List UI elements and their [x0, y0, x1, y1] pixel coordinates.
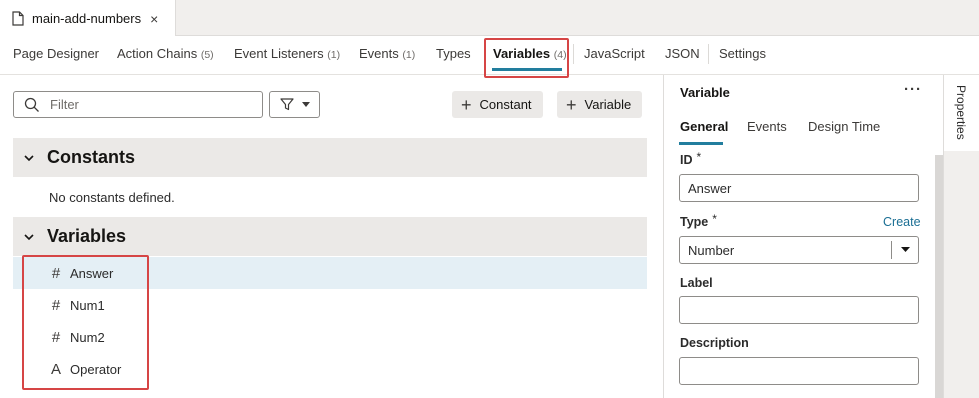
tab-count: (1) — [402, 49, 416, 61]
filter-input[interactable] — [50, 92, 250, 117]
variable-row-answer[interactable]: # Answer — [13, 257, 647, 289]
type-select[interactable]: Number — [679, 236, 919, 264]
constants-title: Constants — [47, 147, 136, 167]
string-icon: A — [50, 360, 61, 378]
tab-types[interactable]: Types — [436, 46, 471, 61]
tab-event-listeners[interactable]: Event Listeners (1) — [234, 46, 340, 61]
tab-events[interactable]: Events (1) — [359, 46, 415, 61]
properties-tab-indicator — [679, 142, 723, 145]
variables-title: Variables — [47, 226, 127, 246]
constants-empty-message: No constants defined. — [49, 190, 175, 205]
variable-row-num2[interactable]: # Num2 — [13, 321, 647, 353]
description-field[interactable] — [679, 357, 919, 385]
number-icon: # — [51, 328, 61, 346]
add-variable-label: Variable — [584, 97, 632, 112]
select-divider — [891, 241, 892, 259]
tab-label: Page Designer — [13, 46, 99, 61]
caret-down-icon — [901, 247, 910, 252]
label-field[interactable] — [679, 296, 919, 324]
type-select-value: Number — [688, 243, 735, 258]
number-icon: # — [51, 296, 61, 314]
variable-row-num1[interactable]: # Num1 — [13, 289, 647, 321]
plus-icon: + — [566, 94, 577, 115]
variable-name: Num2 — [70, 329, 105, 345]
close-icon[interactable]: × — [150, 11, 158, 27]
id-label: ID * — [680, 150, 702, 167]
caret-down-icon — [301, 102, 310, 107]
more-options-icon[interactable]: ··· — [904, 81, 922, 98]
active-tab-indicator — [492, 68, 562, 71]
tab-action-chains[interactable]: Action Chains (5) — [117, 46, 214, 61]
tab-events-properties[interactable]: Events — [747, 119, 787, 134]
tab-general[interactable]: General — [680, 119, 728, 134]
tab-label: Settings — [719, 46, 766, 61]
variables-section-header[interactable]: Variables — [13, 217, 647, 256]
required-marker: * — [712, 212, 717, 226]
tab-label: Types — [436, 46, 471, 61]
tab-separator — [708, 44, 709, 64]
plus-icon: + — [461, 94, 472, 115]
add-variable-button[interactable]: + Variable — [557, 91, 643, 118]
filter-menu-button[interactable] — [269, 91, 320, 118]
properties-scrollbar[interactable] — [935, 155, 943, 398]
tab-settings[interactable]: Settings — [719, 46, 766, 61]
tab-count: (1) — [327, 49, 341, 61]
tab-design-time[interactable]: Design Time — [808, 119, 880, 134]
file-tab-bar: main-add-numbers × — [0, 0, 979, 37]
tab-count: (4) — [553, 49, 567, 61]
id-label-text: ID — [680, 153, 693, 167]
chevron-down-icon — [24, 154, 34, 161]
tab-page-designer[interactable]: Page Designer — [13, 46, 99, 61]
tab-json[interactable]: JSON — [665, 46, 700, 61]
add-constant-label: Constant — [479, 97, 532, 112]
tab-label: Event Listeners — [234, 46, 324, 61]
document-icon — [12, 11, 24, 26]
properties-rail-tab[interactable]: Properties — [943, 75, 979, 151]
type-label: Type * — [680, 212, 717, 229]
tab-variables[interactable]: Variables (4) — [493, 46, 567, 61]
tab-count: (5) — [200, 49, 214, 61]
create-type-link[interactable]: Create — [883, 215, 921, 229]
filter-field[interactable] — [13, 91, 263, 118]
side-rail: Properties — [943, 75, 979, 398]
file-tab[interactable]: main-add-numbers × — [0, 0, 176, 37]
properties-panel: Variable ··· General Events Design Time … — [663, 75, 935, 398]
variable-name: Num1 — [70, 297, 105, 313]
variable-name: Operator — [70, 361, 122, 377]
description-label: Description — [680, 336, 749, 350]
file-tab-name: main-add-numbers — [32, 11, 142, 26]
id-field[interactable]: Answer — [679, 174, 919, 202]
variable-name: Answer — [70, 265, 114, 281]
variable-row-operator[interactable]: A Operator — [13, 353, 647, 385]
chevron-down-icon — [24, 233, 34, 240]
add-constant-button[interactable]: + Constant — [452, 91, 543, 118]
search-icon — [24, 97, 39, 112]
label-label: Label — [680, 276, 713, 290]
properties-title: Variable — [680, 85, 730, 100]
constants-section-header[interactable]: Constants — [13, 138, 647, 177]
tab-separator — [573, 44, 574, 64]
number-icon: # — [51, 264, 61, 282]
funnel-icon — [279, 98, 294, 111]
designer-tabs: Page Designer Action Chains (5) Event Li… — [0, 36, 979, 75]
tab-label: Action Chains — [117, 46, 198, 61]
tab-label: JSON — [665, 46, 700, 61]
tab-javascript[interactable]: JavaScript — [584, 46, 645, 61]
tab-label: Events — [359, 46, 399, 61]
tab-label: JavaScript — [584, 46, 645, 61]
properties-rail-label: Properties — [954, 85, 968, 140]
required-marker: * — [696, 150, 702, 164]
type-label-text: Type — [680, 215, 709, 229]
tab-label: Variables — [493, 46, 551, 61]
